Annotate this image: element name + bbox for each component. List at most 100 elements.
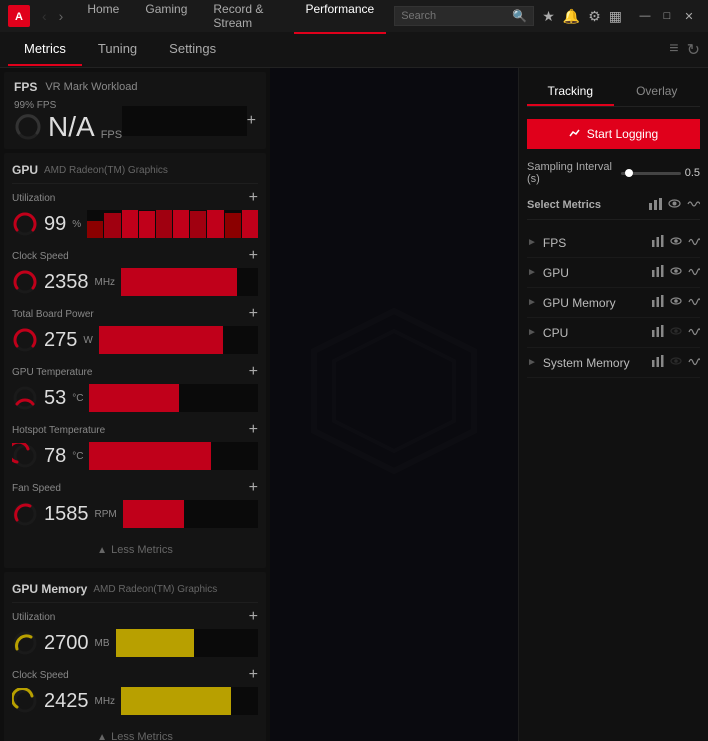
fps-header: FPS VR Mark Workload <box>14 80 256 94</box>
minimize-button[interactable]: — <box>634 5 656 27</box>
gpu-eye-icon[interactable] <box>670 265 682 280</box>
gpu-memory-section: GPU Memory AMD Radeon(TM) Graphics Utili… <box>4 572 266 741</box>
tab-metrics[interactable]: Metrics <box>8 33 82 66</box>
sysmem-wave-icon[interactable] <box>688 355 700 370</box>
gpumem-clock-label: Clock Speed <box>12 670 69 681</box>
gpu-util-label: Utilization <box>12 193 55 204</box>
metrics-gpu-icons <box>652 265 700 280</box>
chart-header-icon[interactable] <box>649 197 662 213</box>
metrics-sysmem-left: ► System Memory <box>527 356 630 370</box>
gpu-temp-add[interactable]: + <box>249 364 258 380</box>
gpu-subtitle: AMD Radeon(TM) Graphics <box>44 165 168 176</box>
gpumem-eye-icon[interactable] <box>670 295 682 310</box>
gpu-power-bar <box>99 326 258 354</box>
window-controls: — □ ✕ <box>634 5 700 27</box>
metrics-gpumem-name: GPU Memory <box>543 296 616 310</box>
close-button[interactable]: ✕ <box>678 5 700 27</box>
gpu-chart-icon[interactable] <box>652 265 664 280</box>
refresh-icon[interactable]: ↻ <box>687 40 700 60</box>
gpu-fan-add[interactable]: + <box>249 480 258 496</box>
metrics-sysmem-name: System Memory <box>543 356 630 370</box>
metrics-fps-name: FPS <box>543 236 566 250</box>
nav-forward[interactable]: › <box>55 6 68 26</box>
gpu-util-bar <box>87 210 258 238</box>
tab-tuning[interactable]: Tuning <box>82 33 153 66</box>
gpu-clock-bar <box>121 268 258 296</box>
nav-home[interactable]: Home <box>75 0 131 34</box>
nav-performance[interactable]: Performance <box>294 0 387 34</box>
gpumem-util-gauge <box>12 630 38 656</box>
favorites-icon[interactable]: ★ <box>542 8 555 25</box>
background-watermark <box>294 291 494 519</box>
gpumem-chevron-icon[interactable]: ► <box>527 297 537 308</box>
gpumem-wave-icon[interactable] <box>688 295 700 310</box>
sampling-value: 0.5 <box>685 167 700 179</box>
fps-wave-icon[interactable] <box>688 235 700 250</box>
gpu-power-add[interactable]: + <box>249 306 258 322</box>
gpu-fan-label: Fan Speed <box>12 483 61 494</box>
fps-title: FPS <box>14 80 37 94</box>
metrics-gpumem-icons <box>652 295 700 310</box>
tab-tracking[interactable]: Tracking <box>527 78 614 106</box>
gpumem-chart-icon[interactable] <box>652 295 664 310</box>
fps-value-container: 99% FPS N/A FPS <box>14 100 122 141</box>
nav-record[interactable]: Record & Stream <box>201 0 291 34</box>
tab-overlay[interactable]: Overlay <box>614 78 701 106</box>
fps-add-button[interactable]: + <box>247 113 256 129</box>
cpu-wave-icon[interactable] <box>688 325 700 340</box>
sampling-slider[interactable] <box>621 172 681 175</box>
metrics-gpu-left: ► GPU <box>527 266 569 280</box>
sampling-slider-container: 0.5 <box>621 167 700 179</box>
panel-tabs: Tracking Overlay <box>527 78 700 107</box>
fps-eye-icon[interactable] <box>670 235 682 250</box>
gpu-hotspot-add[interactable]: + <box>249 422 258 438</box>
nav-back[interactable]: ‹ <box>38 6 51 26</box>
gpu-fan-gauge <box>12 501 38 527</box>
start-logging-button[interactable]: Start Logging <box>527 119 700 149</box>
gpu-clock-add[interactable]: + <box>249 248 258 264</box>
metrics-cpu-name: CPU <box>543 326 568 340</box>
gpu-less-metrics[interactable]: ▲ Less Metrics <box>12 538 258 562</box>
eye-header-icon[interactable] <box>668 197 681 213</box>
gpu-power: Total Board Power + 275 W <box>12 306 258 354</box>
notifications-icon[interactable]: 🔔 <box>563 8 580 25</box>
grid-icon[interactable]: ▦ <box>609 8 622 25</box>
gpumem-clock-add[interactable]: + <box>249 667 258 683</box>
tab-settings[interactable]: Settings <box>153 33 232 66</box>
fps-bar <box>122 106 247 136</box>
maximize-button[interactable]: □ <box>656 5 678 27</box>
gpu-power-unit: W <box>83 335 92 346</box>
gpu-wave-icon[interactable] <box>688 265 700 280</box>
logging-icon <box>569 128 581 140</box>
gpu-chevron-icon[interactable]: ► <box>527 267 537 278</box>
sysmem-chevron-icon[interactable]: ► <box>527 357 537 368</box>
gpumem-clock-gauge <box>12 688 38 714</box>
cpu-chart-icon[interactable] <box>652 325 664 340</box>
cpu-eye-icon[interactable] <box>670 325 682 340</box>
metrics-sysmem-icons <box>652 355 700 370</box>
sysmem-chart-icon[interactable] <box>652 355 664 370</box>
metrics-fps-left: ► FPS <box>527 236 566 250</box>
gpu-header: GPU AMD Radeon(TM) Graphics <box>12 159 258 184</box>
search-input[interactable] <box>401 10 508 22</box>
metrics-gpu-name: GPU <box>543 266 569 280</box>
fps-chevron-icon[interactable]: ► <box>527 237 537 248</box>
fps-chart-icon[interactable] <box>652 235 664 250</box>
sysmem-eye-icon[interactable] <box>670 355 682 370</box>
nav-arrows: ‹ › <box>38 6 67 26</box>
gpu-hotspot: Hotspot Temperature + 78 °C <box>12 422 258 470</box>
gpu-section: GPU AMD Radeon(TM) Graphics Utilization … <box>4 153 266 568</box>
gpu-temp-unit: °C <box>72 393 83 404</box>
cpu-chevron-icon[interactable]: ► <box>527 327 537 338</box>
list-view-icon[interactable]: ≡ <box>669 40 678 60</box>
fps-percent-label: 99% FPS <box>14 100 122 111</box>
wave-header-icon[interactable] <box>687 197 700 213</box>
gpumem-util-bar <box>116 629 259 657</box>
gpumem-less-metrics[interactable]: ▲ Less Metrics <box>12 725 258 741</box>
gpu-util-add[interactable]: + <box>249 190 258 206</box>
nav-gaming[interactable]: Gaming <box>133 0 199 34</box>
select-metrics-row: Select Metrics <box>527 197 700 220</box>
settings-icon[interactable]: ⚙ <box>588 8 601 25</box>
gpumem-util-add[interactable]: + <box>249 609 258 625</box>
metrics-list-gpu: ► GPU <box>527 258 700 288</box>
